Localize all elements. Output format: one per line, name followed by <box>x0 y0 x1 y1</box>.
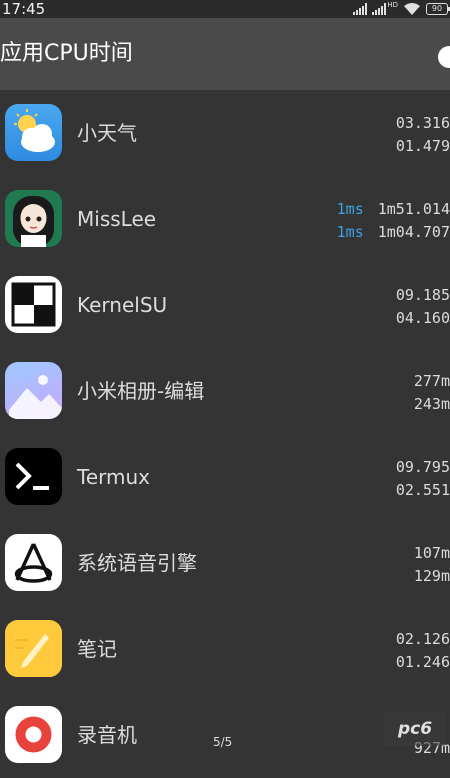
cpu-time-2: 02.551 <box>395 481 450 499</box>
list-item[interactable]: 小天气 03.316 01.479 <box>0 90 450 176</box>
cpu-extra-time-1: 1ms <box>336 200 364 218</box>
gallery-icon <box>5 362 62 419</box>
cpu-time-1: 09.185 <box>395 286 450 304</box>
signal-icon-2 <box>372 3 387 15</box>
status-icons: HD 90 <box>353 0 450 16</box>
battery-icon: 90 <box>426 3 450 15</box>
cpu-times: 277m 243m <box>414 370 450 416</box>
app-name: 笔记 <box>77 637 117 661</box>
list-item[interactable]: 笔记 02.126 01.246 <box>0 606 450 692</box>
cpu-time-row-1: 1ms 1m51.014 <box>337 198 450 221</box>
cpu-times: 09.795 02.551 <box>396 456 450 502</box>
cpu-time-2: 04.160 <box>395 309 450 327</box>
cpu-time-2: 01.479 <box>395 137 450 155</box>
wifi-icon <box>404 3 420 15</box>
watermark-logo: pc6 <box>384 712 446 746</box>
cpu-time-row-2: 1ms 1m04.707 <box>337 221 450 244</box>
cpu-time-1: 277m <box>413 372 450 390</box>
page-indicator: 5/5 <box>213 735 233 749</box>
cpu-extra-time-2: 1ms <box>336 223 364 241</box>
signal-icon <box>353 3 368 15</box>
cpu-time-2: 129m <box>413 567 450 585</box>
app-name: Termux <box>77 465 150 489</box>
girl-avatar-icon <box>5 190 62 247</box>
status-time: 17:45 <box>2 0 46 18</box>
page-title: 应用CPU时间 <box>0 41 133 66</box>
list-item[interactable]: MissLee 1ms 1m51.014 1ms 1m04.707 <box>0 176 450 262</box>
checker-icon <box>5 276 62 333</box>
status-bar: 17:45 HD 90 <box>0 0 450 18</box>
cpu-time-1: 03.316 <box>395 114 450 132</box>
cpu-time-1: 02.126 <box>395 630 450 648</box>
app-list: 小天气 03.316 01.479 MissLee 1ms 1m51.014 1… <box>0 90 450 778</box>
list-item[interactable]: KernelSU 09.185 04.160 <box>0 262 450 348</box>
app-name: 小天气 <box>77 121 137 145</box>
cpu-times: 1ms 1m51.014 1ms 1m04.707 <box>337 198 450 244</box>
app-name: 录音机 <box>77 723 137 747</box>
app-name: 系统语音引擎 <box>77 551 197 575</box>
app-header: 应用CPU时间 <box>0 18 450 90</box>
cpu-times: 03.316 01.479 <box>396 112 450 158</box>
cpu-time-2: 1m04.707 <box>377 223 450 241</box>
app-name: KernelSU <box>77 293 168 317</box>
list-item[interactable]: Termux 09.795 02.551 <box>0 434 450 520</box>
app-name: 小米相册-编辑 <box>77 379 205 403</box>
cpu-times: 02.126 01.246 <box>396 628 450 674</box>
network-type-label: HD <box>387 0 398 9</box>
cpu-times: 09.185 04.160 <box>396 284 450 330</box>
cpu-time-1: 1m51.014 <box>377 200 450 218</box>
notes-icon <box>5 620 62 677</box>
cpu-time-2: 243m <box>413 395 450 413</box>
overflow-menu-button[interactable] <box>438 46 450 68</box>
list-item[interactable]: 系统语音引擎 107m 129m <box>0 520 450 606</box>
weather-icon <box>5 104 62 161</box>
app-name: MissLee <box>77 207 157 231</box>
cpu-times: 107m 129m <box>414 542 450 588</box>
cpu-time-1: 107m <box>413 544 450 562</box>
cpu-time-1: 09.795 <box>395 458 450 476</box>
battery-level: 90 <box>431 4 443 13</box>
terminal-icon <box>5 448 62 505</box>
recorder-icon <box>5 706 62 763</box>
cpu-time-2: 01.246 <box>395 653 450 671</box>
voice-engine-icon <box>5 534 62 591</box>
list-item[interactable]: 小米相册-编辑 277m 243m <box>0 348 450 434</box>
